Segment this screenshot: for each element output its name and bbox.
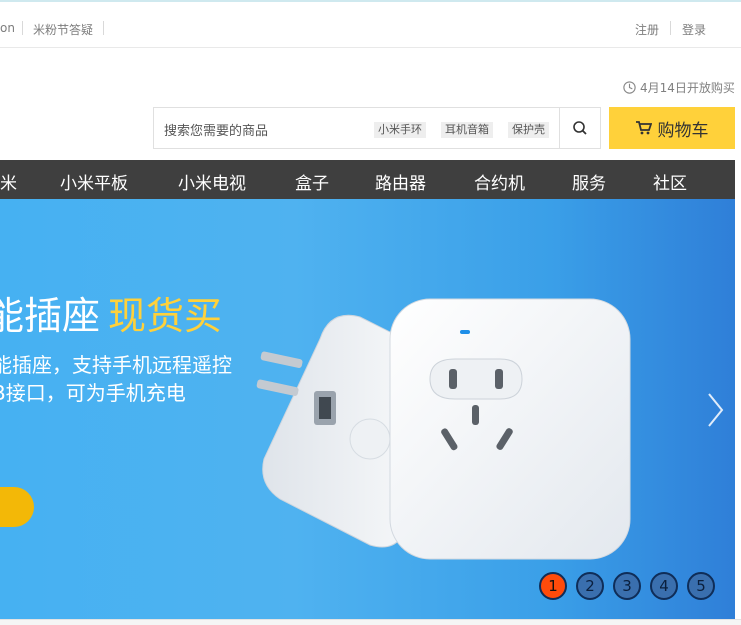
banner-cta-button[interactable] — [0, 487, 34, 527]
pagination-dot-label: 5 — [696, 577, 706, 595]
pagination-dot[interactable]: 3 — [613, 572, 641, 600]
pagination-dot-label: 3 — [622, 577, 632, 595]
top-bar: on 米粉节答疑 注册 登录 — [0, 0, 741, 48]
smart-socket-image — [256, 298, 631, 560]
banner-subtitle: 能插座，支持手机远程遥控 — [0, 353, 232, 377]
cart-icon — [635, 121, 652, 135]
login-link[interactable]: 登录 — [682, 21, 706, 38]
top-divider — [670, 21, 671, 35]
banner-headline-highlight: 现货买 — [108, 294, 223, 338]
pagination-dot[interactable]: 1 — [539, 572, 567, 600]
cart-label: 购物车 — [657, 120, 709, 141]
pagination-dot[interactable]: 5 — [687, 572, 715, 600]
register-link[interactable]: 注册 — [635, 21, 659, 38]
release-notice-text: 4月14日开放购买 — [640, 81, 735, 95]
pagination-dot[interactable]: 2 — [576, 572, 604, 600]
nav-item[interactable]: 社区 — [653, 169, 687, 194]
top-link-partial[interactable]: on — [0, 21, 15, 35]
nav-item[interactable]: 服务 — [572, 169, 606, 194]
top-divider — [22, 21, 23, 35]
release-notice: 4月14日开放购买 — [622, 79, 735, 98]
bottom-divider — [0, 619, 741, 625]
search-input[interactable]: 搜索您需要的商品 — [164, 120, 268, 139]
nav-item[interactable]: 路由器 — [375, 169, 426, 194]
pagination-dot-label: 4 — [659, 577, 669, 595]
banner-headline: 能插座 现货买 — [0, 285, 222, 340]
top-link-faq[interactable]: 米粉节答疑 — [33, 21, 93, 38]
banner-headline-text: 能插座 — [0, 294, 101, 338]
search-icon — [573, 121, 587, 135]
top-divider — [103, 21, 104, 35]
banner-subtitle: B接口，可为手机充电 — [0, 381, 186, 405]
nav-item[interactable]: 盒子 — [295, 169, 329, 194]
search-tag[interactable]: 保护壳 — [508, 122, 549, 138]
next-slide-arrow-icon[interactable] — [706, 392, 726, 428]
search-button[interactable] — [559, 108, 600, 148]
search-tag[interactable]: 小米手环 — [374, 122, 426, 138]
pagination-dot-label: 1 — [548, 577, 558, 595]
hero-banner[interactable]: 能插座 现货买 能插座，支持手机远程遥控 B接口，可为手机充电 — [0, 199, 735, 619]
pagination-dot-label: 2 — [585, 577, 595, 595]
pagination-dot[interactable]: 4 — [650, 572, 678, 600]
nav-item[interactable]: 小米电视 — [178, 169, 246, 194]
search-tag[interactable]: 耳机音箱 — [441, 122, 493, 138]
nav-item[interactable]: 合约机 — [474, 169, 525, 194]
search-box[interactable]: 搜索您需要的商品 小米手环 耳机音箱 保护壳 — [153, 107, 601, 149]
clock-icon — [622, 80, 637, 98]
nav-item[interactable]: 小米平板 — [60, 169, 128, 194]
nav-item[interactable]: 米 — [0, 169, 17, 194]
cart-button[interactable]: 购物车 — [609, 107, 735, 149]
main-nav: 米 小米平板 小米电视 盒子 路由器 合约机 服务 社区 — [0, 160, 735, 200]
